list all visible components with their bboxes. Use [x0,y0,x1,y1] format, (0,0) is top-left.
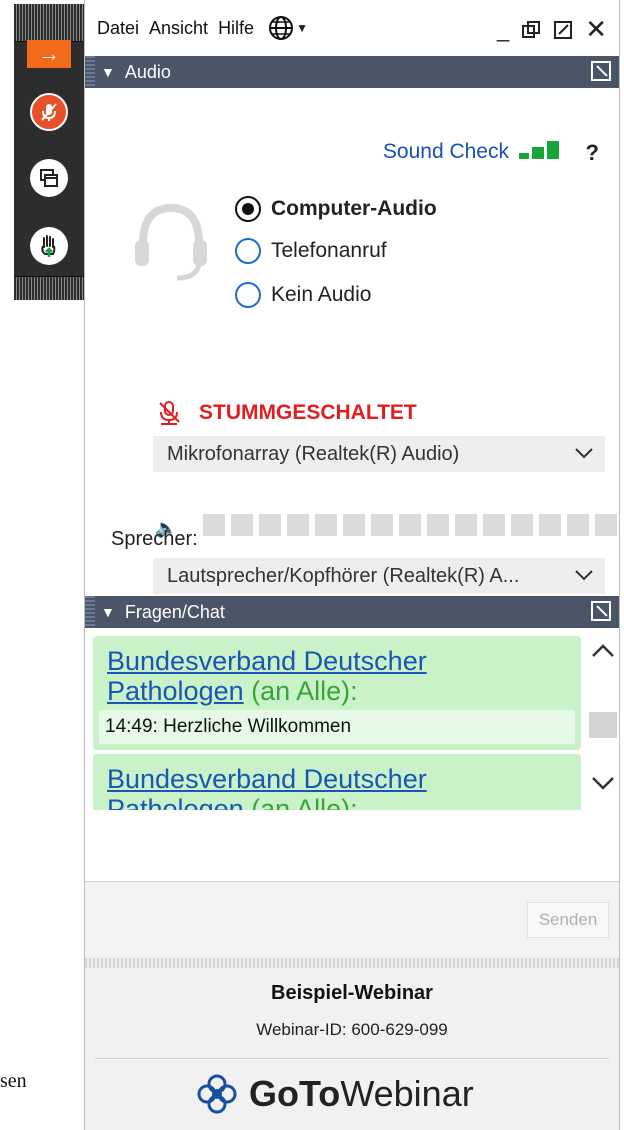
goto-flower-icon [197,1074,237,1114]
sender-link[interactable]: Bundesverband Deutscher [107,764,427,794]
chat-message: Bundesverband Deutscher Pathologen (an A… [93,754,581,810]
minimize-icon[interactable]: _ [497,17,509,43]
drag-grip[interactable] [85,56,95,88]
chat-title: Fragen/Chat [124,601,225,622]
close-icon[interactable]: ✕ [585,14,607,45]
radio-button[interactable] [235,238,261,264]
background-text: sen [0,1070,27,1092]
message-sender: Bundesverband Deutscher Pathologen (an A… [93,636,581,710]
restore-icon[interactable] [521,20,541,40]
control-strip: → [14,4,84,300]
chevron-down-icon [575,448,593,459]
radio-computer-audio[interactable]: Computer-Audio [235,196,437,222]
speaker-label: Sprecher: [111,528,198,550]
windows-icon [40,169,58,187]
message-sender: Bundesverband Deutscher Pathologen (an A… [93,754,581,810]
radio-telefonanruf[interactable]: Telefonanruf [235,238,387,264]
chat-scrollbar[interactable] [587,628,617,810]
chat-message: Bundesverband Deutscher Pathologen (an A… [93,636,581,750]
language-menu[interactable]: ▼ [268,15,308,41]
section-popout-icon[interactable] [591,61,611,81]
drag-handle-bottom[interactable] [14,276,84,300]
globe-icon [269,16,294,40]
chevron-down-icon[interactable] [589,768,617,796]
collapse-triangle-icon[interactable]: ▼ [101,604,115,620]
chat-section-header[interactable]: ▼ Fragen/Chat [85,596,619,628]
audio-section: Sound Check ? Computer-Audio Telefonanru… [85,88,619,624]
signal-strength-icon [519,141,559,159]
caret-down-icon: ▼ [296,21,308,35]
logo-text-light: Webinar [340,1073,474,1114]
radio-label: Telefonanruf [271,239,387,262]
muted-label: STUMMGESCHALTET [199,401,417,424]
menu-hilfe[interactable]: Hilfe [218,18,254,39]
microphone-muted-icon [159,401,180,425]
sound-check-link[interactable]: Sound Check [383,140,509,164]
radio-button[interactable] [235,282,261,308]
menu-ansicht[interactable]: Ansicht [149,18,208,39]
popout-icon[interactable] [553,20,573,40]
resize-handle[interactable] [85,958,619,968]
collapse-triangle-icon[interactable]: ▼ [101,64,115,80]
microphone-select-value: Mikrofonarray (Realtek(R) Audio) [167,442,460,465]
radio-button[interactable] [235,196,261,222]
send-button[interactable]: Senden [527,902,609,938]
webinar-id: Webinar-ID: 600-629-099 [256,1020,448,1039]
radio-label: Kein Audio [271,283,372,306]
chat-input[interactable] [85,810,619,882]
webinar-title: Beispiel-Webinar [271,982,433,1004]
menu-bar: Datei Ansicht Hilfe ▼ _ ✕ [85,0,619,56]
microphone-select[interactable]: Mikrofonarray (Realtek(R) Audio) [153,436,605,472]
send-area: Senden [85,882,619,960]
audio-section-header[interactable]: ▼ Audio [85,56,619,88]
control-panel: Datei Ansicht Hilfe ▼ _ ✕ ▼ Audio Sound … [84,0,620,1130]
message-text: 14:49: Herzliche Willkommen [99,710,575,744]
microphone-muted-icon [41,103,57,121]
headset-icon [135,203,207,281]
radio-label: Computer-Audio [271,197,437,220]
collapse-panel-button[interactable]: → [27,40,71,68]
screen-share-button[interactable] [30,159,68,197]
sender-link[interactable]: Pathologen [107,676,244,706]
radio-kein-audio[interactable]: Kein Audio [235,282,371,308]
scroll-thumb[interactable] [589,712,617,738]
logo-text-bold: GoTo [249,1073,341,1114]
sender-link[interactable]: Pathologen [107,794,244,810]
sender-link[interactable]: Bundesverband Deutscher [107,646,427,676]
chat-messages: Bundesverband Deutscher Pathologen (an A… [85,628,619,810]
drag-grip[interactable] [85,596,95,628]
chevron-up-icon[interactable] [589,638,617,666]
recipient-label: (an Alle): [243,676,358,706]
raise-hand-button[interactable] [30,227,68,265]
help-button[interactable]: ? [586,140,599,166]
speaker-select[interactable]: Lautsprecher/Kopfhörer (Realtek(R) A... [153,558,605,594]
microphone-toggle-button[interactable] [30,93,68,131]
speaker-select-value: Lautsprecher/Kopfhörer (Realtek(R) A... [167,564,520,587]
drag-handle-top[interactable] [14,4,84,42]
chevron-down-icon [575,570,593,581]
raise-hand-icon [41,235,56,257]
section-popout-icon[interactable] [591,601,611,621]
gotowebinar-logo: GoTo Webinar [195,1072,474,1116]
volume-meter [203,514,617,536]
audio-title: Audio [124,61,171,82]
webinar-info: Beispiel-Webinar Webinar-ID: 600-629-099… [85,968,619,1130]
divider [95,1058,609,1059]
muted-status: STUMMGESCHALTET [155,400,417,426]
recipient-label: (an Alle): [243,794,358,810]
menu-datei[interactable]: Datei [97,18,139,39]
